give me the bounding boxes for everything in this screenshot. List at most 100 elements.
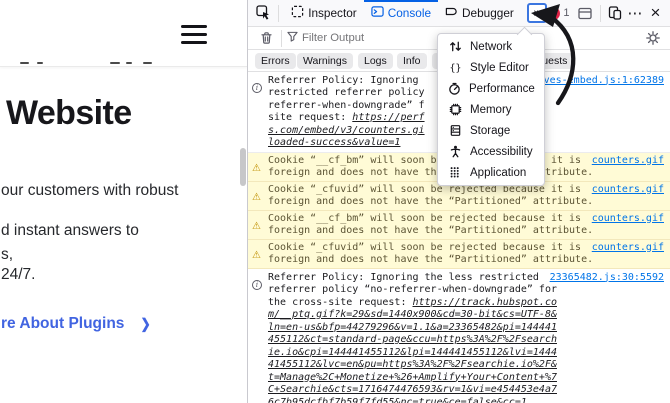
console-message-line: foreign and does not have the “Partition… (268, 254, 594, 265)
info-icon: i (252, 75, 262, 94)
menu-item-storage[interactable]: Storage (438, 120, 544, 141)
console-message-line: foreign and does not have the “Partition… (268, 225, 594, 236)
meatball-menu-icon[interactable]: ⋯ (625, 2, 646, 24)
request-url[interactable]: https://perf (352, 112, 424, 123)
filter-tab-errors[interactable]: Errors (255, 53, 296, 69)
clipped-nav-text (110, 62, 120, 65)
split-console-icon[interactable] (576, 2, 595, 24)
request-url[interactable]: 41455112&lvc=en&pu=https%3A%2F%2Fsearchi… (268, 359, 557, 370)
console-warning-message: ⚠ Cookie “_cfuvid” will soon be rejected … (248, 182, 670, 211)
menu-item-label: Storage (470, 124, 511, 137)
menu-item-label: Performance (469, 82, 535, 95)
style-editor-icon: {} (448, 61, 462, 74)
menu-item-style-editor[interactable]: {} Style Editor (438, 57, 544, 78)
warning-icon: ⚠ (252, 192, 261, 203)
menu-item-label: Application (470, 166, 527, 179)
console-message-line: ie.io&cpi=144441455112&lpi=144441455112&… (268, 347, 664, 360)
settings-gear-icon[interactable] (643, 28, 663, 48)
request-url[interactable]: 455112&ct=standard-page&ccu=https%3A%2F%… (268, 334, 557, 345)
menu-item-label: Accessibility (470, 145, 533, 158)
page-text-line: s, (1, 246, 14, 263)
request-url[interactable]: ln=en-us&bfp=44279296&v=1.1&a=23365482&p… (268, 322, 557, 333)
tab-console[interactable]: Console (363, 0, 439, 27)
performance-icon (448, 82, 461, 95)
more-tabs-button[interactable]: » (526, 3, 548, 23)
warning-icon: ⚠ (252, 163, 261, 174)
error-count: 1 (563, 7, 570, 19)
more-tools-dropdown: Network {} Style Editor Performance Memory St… (437, 33, 545, 186)
filter-input[interactable]: Filter Output (302, 32, 364, 44)
request-url[interactable]: https://track.hubspot.co (413, 297, 558, 308)
chevron-right-icon: ❯ (140, 315, 151, 333)
source-link[interactable]: counters.gif (592, 155, 664, 166)
menu-item-application[interactable]: Application (438, 162, 544, 183)
menu-item-accessibility[interactable]: Accessibility (438, 141, 544, 162)
source-link[interactable]: counters.gif (592, 242, 664, 253)
clipped-nav-text (143, 62, 152, 65)
request-url[interactable]: ie.io&cpi=144441455112&lpi=144441455112&… (268, 347, 557, 358)
console-message-line: m/__ptq.gif?k=29&sd=1440x900&cd=30-bit&c… (268, 309, 664, 322)
page-text-line: 24/7. (1, 266, 36, 283)
request-url[interactable]: m/__ptq.gif?k=29&sd=1440x900&cd=30-bit&c… (268, 309, 557, 320)
warning-icon: ⚠ (252, 250, 261, 261)
link-label: re About Plugins (1, 315, 125, 332)
menu-item-label: Memory (470, 103, 512, 116)
responsive-design-icon[interactable] (606, 2, 625, 24)
screenshot-root: Website our customers with robust d inst… (0, 0, 670, 403)
request-url[interactable]: t=Manage%2C+Monetize+%26+Amplify+Your+Co… (268, 372, 557, 383)
warning-icon: ⚠ (252, 221, 261, 232)
hamburger-menu-icon[interactable] (181, 25, 207, 44)
filter-tab-info[interactable]: Info (397, 53, 427, 69)
clipped-nav-text (126, 62, 132, 65)
accessibility-icon (448, 145, 462, 158)
tab-label: Debugger (462, 6, 514, 20)
tab-label: Console (387, 6, 432, 20)
clear-console-icon[interactable] (256, 28, 276, 48)
source-link[interactable]: counters.gif (592, 184, 664, 195)
console-icon (371, 5, 384, 21)
info-icon: i (252, 272, 262, 291)
filter-tab-warnings[interactable]: Warnings (297, 53, 353, 69)
source-link[interactable]: counters.gif (592, 213, 664, 224)
page-text-line: d instant answers to (1, 222, 139, 239)
error-icon: ! (547, 6, 561, 20)
debugger-icon (445, 5, 458, 21)
request-url[interactable]: C+Searchie&cts=1716474476593&rv=1&vi=e45… (268, 384, 557, 395)
menu-item-memory[interactable]: Memory (438, 99, 544, 120)
menu-item-network[interactable]: Network (438, 36, 544, 57)
tab-debugger[interactable]: Debugger (438, 0, 521, 27)
console-message-line: t=Manage%2C+Monetize+%26+Amplify+Your+Co… (268, 372, 664, 385)
devtools-toolbar: Inspector Console Debugger » ! 1 ⋯ × (248, 0, 670, 27)
divider (599, 4, 601, 22)
tab-label: Inspector (308, 6, 357, 20)
source-link[interactable]: ives-embed.js:1:62389 (538, 75, 664, 86)
more-about-plugins-link[interactable]: re About Plugins ❯ (1, 315, 151, 333)
request-url[interactable]: loaded-success&value=1 (268, 137, 400, 148)
page-scrollbar-thumb[interactable] (240, 148, 246, 186)
node-picker-icon[interactable] (254, 2, 273, 24)
console-message-line: referrer policy “no-referrer-when-downgr… (268, 284, 557, 295)
filter-tab-logs[interactable]: Logs (358, 53, 393, 69)
page-text-line: our customers with robust (1, 182, 179, 199)
storage-icon (448, 124, 462, 137)
console-message-line: 455112&ct=standard-page&ccu=https%3A%2F%… (268, 334, 664, 347)
console-message-line: the cross-site request: https://track.hu… (268, 296, 558, 308)
console-message-line: C+Searchie&cts=1716474476593&rv=1&vi=e45… (268, 384, 664, 397)
request-url[interactable]: s.com/embed/v3/counters.gi (268, 125, 425, 136)
console-message-line: foreign and does not have the “Partition… (268, 196, 594, 207)
close-devtools-icon[interactable]: × (646, 2, 665, 24)
request-url[interactable]: 6c7b95dcfbf7b59f7fd55&nc=true&ce=false&c… (268, 397, 527, 403)
application-icon (448, 166, 462, 179)
website-page: Website our customers with robust d inst… (0, 0, 247, 403)
tab-inspector[interactable]: Inspector (284, 0, 364, 27)
memory-icon (448, 103, 462, 116)
console-warning-message: ⚠ Cookie “__cf_bm” will soon be rejected … (248, 211, 670, 240)
console-info-message: i Referrer Policy: Ignoring the less rest… (248, 269, 670, 403)
menu-item-label: Network (470, 40, 513, 53)
svg-text:{}: {} (449, 63, 461, 74)
source-link[interactable]: 23365482.js:30:5592 (550, 272, 664, 283)
menu-item-performance[interactable]: Performance (438, 78, 544, 99)
error-count-badge[interactable]: ! 1 (547, 6, 570, 20)
console-message-line: 6c7b95dcfbf7b59f7fd55&nc=true&ce=false&c… (268, 397, 664, 403)
page-header (0, 0, 247, 67)
